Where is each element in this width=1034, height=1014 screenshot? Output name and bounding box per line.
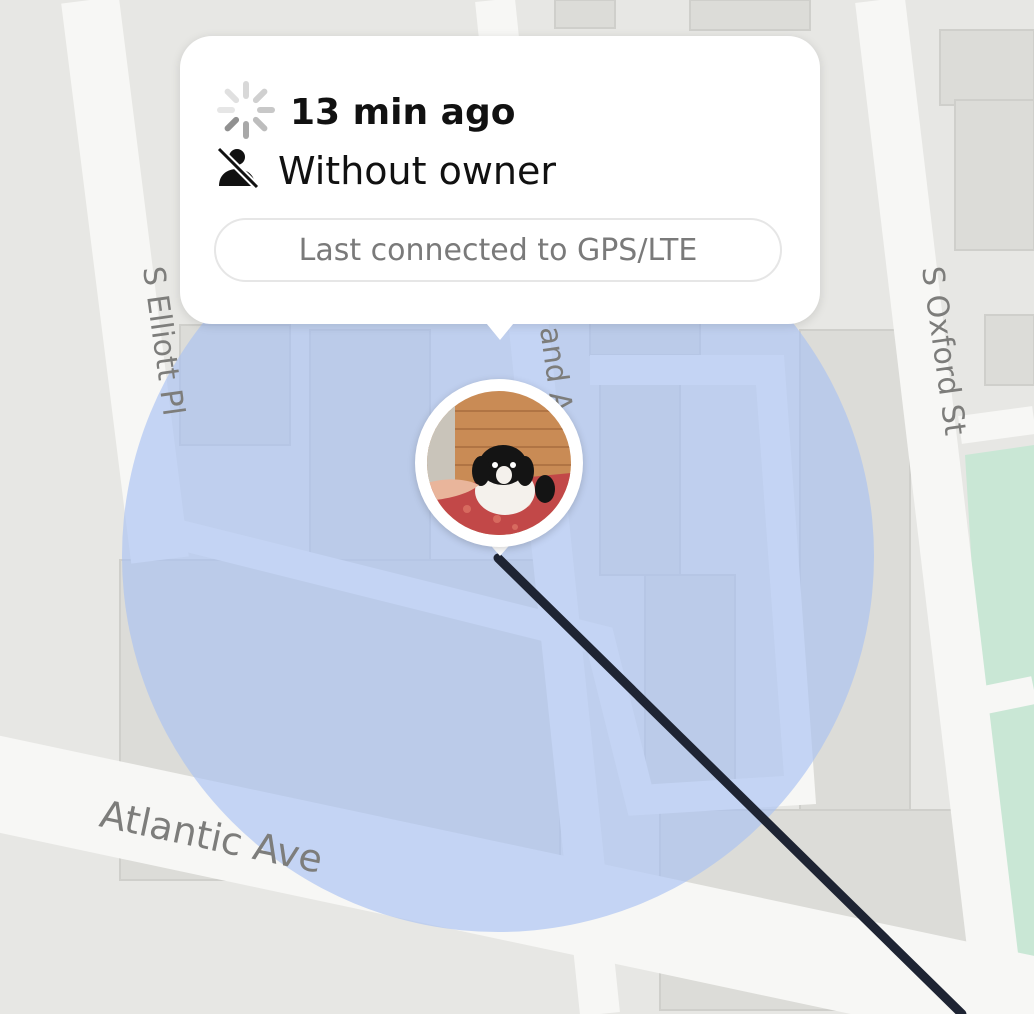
spinner-icon xyxy=(216,80,276,145)
owner-row: Without owner xyxy=(216,146,556,195)
pet-location-marker[interactable] xyxy=(415,379,583,547)
no-person-icon xyxy=(216,146,260,195)
connection-status-text: Last connected to GPS/LTE xyxy=(298,232,698,268)
connection-status-chip[interactable]: Last connected to GPS/LTE xyxy=(214,218,782,282)
location-popup[interactable]: 13 min ago Without owner Last connected … xyxy=(180,36,820,324)
owner-status: Without owner xyxy=(278,148,557,193)
popup-pointer xyxy=(482,318,518,340)
last-seen-time: 13 min ago xyxy=(290,92,516,133)
time-row: 13 min ago xyxy=(216,80,515,145)
dog-avatar xyxy=(427,391,571,535)
